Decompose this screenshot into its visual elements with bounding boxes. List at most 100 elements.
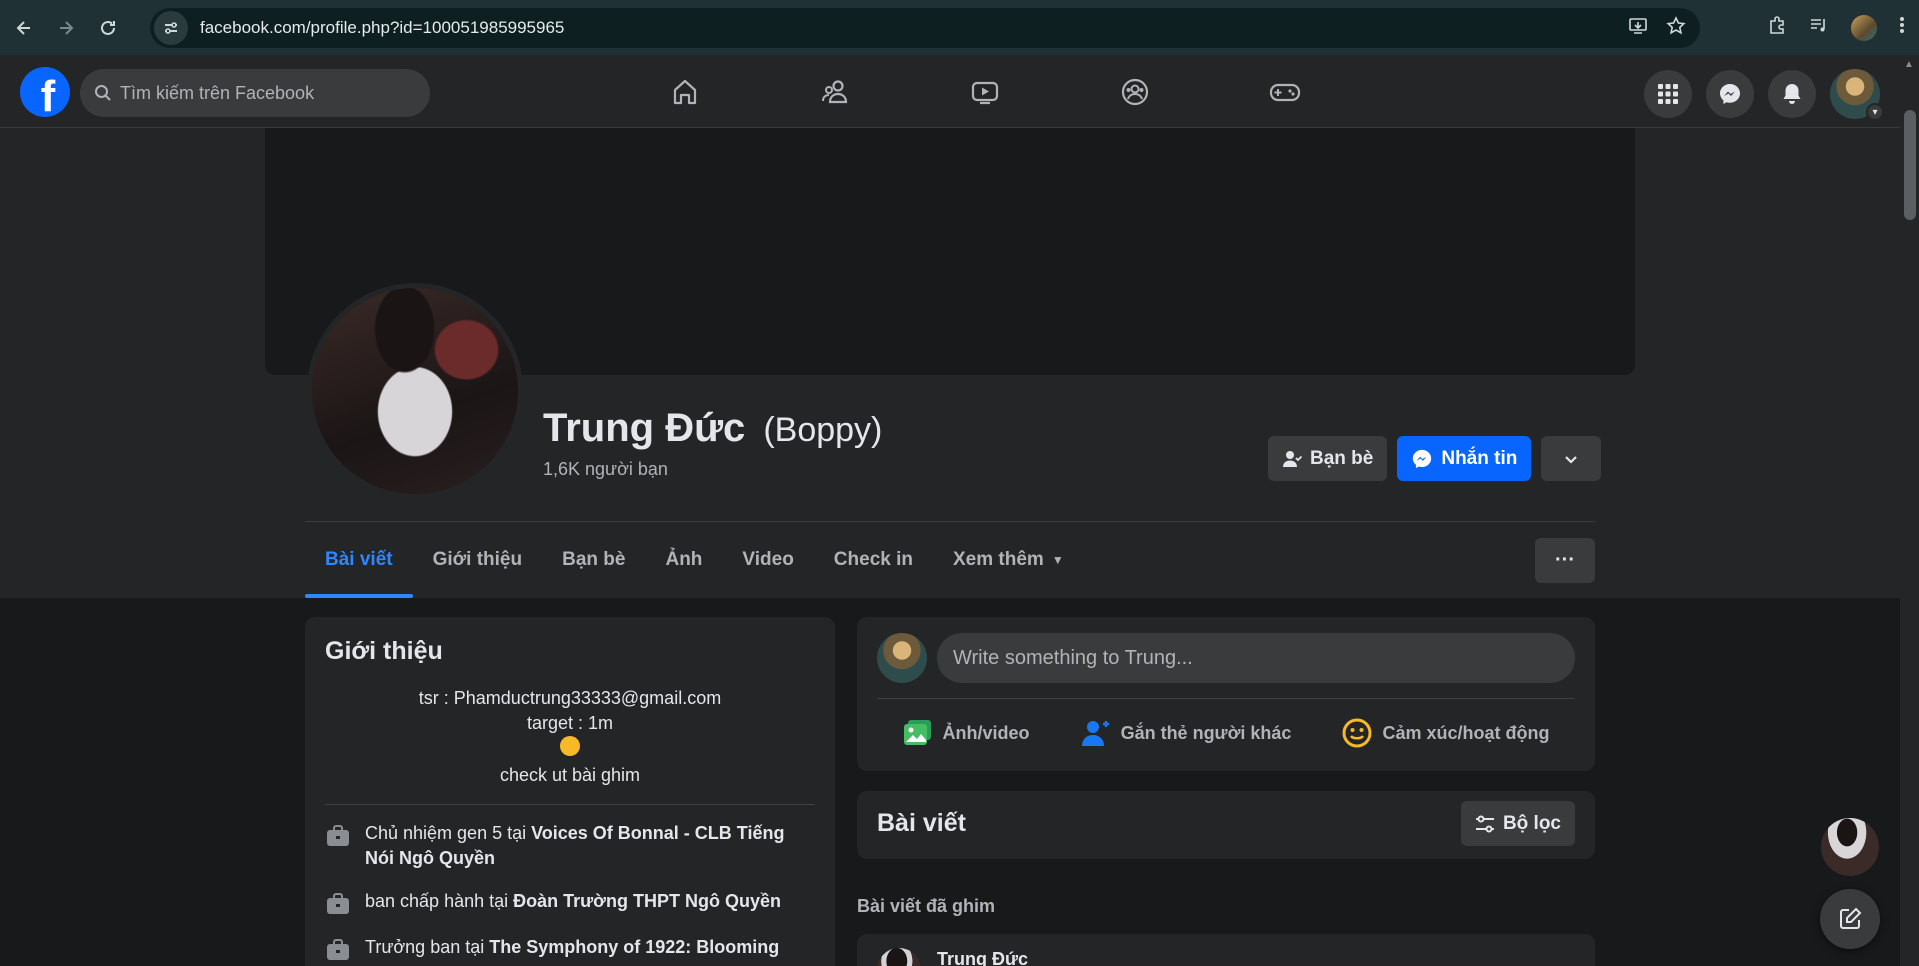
site-info-icon[interactable] (154, 11, 188, 45)
bio-line: check ut bài ghim (499, 765, 641, 785)
tag-people-label: Gắn thẻ người khác (1120, 722, 1292, 743)
post-author-avatar[interactable] (877, 948, 921, 966)
feeling-icon (1342, 718, 1372, 748)
media-control-icon[interactable] (1809, 15, 1829, 40)
tab-photos[interactable]: Ảnh (645, 522, 722, 598)
work-item: ban chấp hành tại Đoàn Trường THPT Ngô Q… (325, 889, 815, 917)
search-icon (94, 84, 112, 102)
pinned-posts-label: Bài viết đã ghim (857, 896, 996, 916)
intro-divider (325, 804, 815, 805)
chevron-down-icon (1563, 451, 1579, 467)
install-app-icon[interactable] (1628, 16, 1648, 41)
extensions-icon[interactable] (1767, 15, 1787, 40)
work-role: ban chấp hành tại (365, 891, 514, 911)
friends-icon[interactable] (760, 55, 910, 128)
home-icon[interactable] (610, 55, 760, 128)
search-input[interactable] (120, 82, 400, 104)
url-text[interactable]: facebook.com/profile.php?id=100051985995… (200, 18, 564, 38)
work-place-link[interactable]: The Symphony of 1922: Blooming (489, 937, 779, 957)
posts-header: Bài viết Bộ lọc (857, 791, 1595, 859)
messenger-icon[interactable] (1706, 70, 1754, 118)
profile-tabs: Bài viết Giới thiệu Bạn bè Ảnh Video Che… (305, 522, 1084, 598)
caret-down-icon: ▼ (1051, 553, 1064, 567)
watch-icon[interactable] (910, 55, 1060, 128)
scrollbar-thumb[interactable] (1904, 110, 1916, 220)
filter-label: Bộ lọc (1502, 812, 1561, 834)
scroll-up-icon[interactable]: ▲ (1904, 59, 1914, 70)
facebook-header: f ▾ (0, 55, 1900, 128)
work-item: Chủ nhiệm gen 5 tại Voices Of Bonnal - C… (325, 821, 815, 871)
tab-more-label: Xem thêm (953, 549, 1044, 570)
work-item: Trưởng ban tại The Symphony of 1922: Blo… (325, 935, 815, 963)
chevron-down-icon[interactable]: ▾ (1866, 103, 1884, 121)
facebook-logo-icon[interactable]: f (20, 67, 70, 117)
more-options-button[interactable]: ··· (1535, 538, 1595, 583)
tag-people-option[interactable]: Gắn thẻ người khác (1081, 719, 1292, 747)
emoji-icon (560, 736, 580, 756)
feeling-label: Cảm xúc/hoạt động (1382, 722, 1550, 743)
filter-button[interactable]: Bộ lọc (1460, 801, 1575, 846)
tab-posts[interactable]: Bài viết (305, 522, 413, 598)
tab-about[interactable]: Giới thiệu (413, 522, 543, 598)
new-message-button[interactable] (1820, 889, 1880, 949)
chat-head-avatar[interactable] (1821, 818, 1879, 876)
browser-toolbar: facebook.com/profile.php?id=100051985995… (0, 0, 1919, 55)
composer-avatar[interactable] (877, 633, 927, 683)
forward-icon[interactable] (48, 10, 84, 46)
page-scrollbar[interactable]: ▲ (1900, 55, 1919, 966)
profile-name-block: Trung Đức (Boppy) 1,6K người bạn (543, 406, 882, 480)
reload-icon[interactable] (90, 10, 126, 46)
gaming-icon[interactable] (1210, 55, 1360, 128)
tab-friends[interactable]: Bạn bè (542, 522, 645, 598)
intro-title: Giới thiệu (325, 637, 443, 665)
friends-button-label: Bạn bè (1310, 447, 1374, 469)
pinned-post-card: Trung Đức (857, 934, 1595, 966)
bookmark-star-icon[interactable] (1666, 15, 1686, 41)
friend-check-icon (1282, 449, 1302, 469)
profile-photo-image (312, 288, 518, 494)
compose-icon (1840, 907, 1862, 929)
post-author-name[interactable]: Trung Đức (937, 949, 1028, 966)
filter-icon (1475, 815, 1494, 832)
photo-icon (903, 720, 931, 745)
browser-profile-avatar[interactable] (1851, 14, 1877, 41)
briefcase-icon (327, 893, 349, 914)
profile-header: Trung Đức (Boppy) 1,6K người bạn Bạn bè N… (0, 128, 1900, 598)
tab-more[interactable]: Xem thêm ▼ (933, 522, 1084, 598)
tab-checkins[interactable]: Check in (814, 522, 933, 598)
photo-video-label: Ảnh/video (942, 722, 1030, 743)
address-bar[interactable]: facebook.com/profile.php?id=100051985995… (150, 8, 1700, 48)
messenger-icon (1411, 448, 1433, 470)
briefcase-icon (327, 939, 349, 960)
intro-card: Giới thiệu tsr : Phamductrung33333@gmail… (305, 617, 835, 966)
tab-videos[interactable]: Video (722, 522, 813, 598)
account-avatar[interactable]: ▾ (1830, 69, 1884, 121)
photo-video-option[interactable]: Ảnh/video (903, 719, 1030, 747)
profile-name: Trung Đức (543, 406, 746, 450)
composer-divider (877, 698, 1575, 699)
menu-grid-icon[interactable] (1644, 70, 1692, 118)
work-place-link[interactable]: Đoàn Trường THPT Ngô Quyền (513, 891, 781, 911)
bio-line: target : 1m (526, 713, 614, 733)
profile-picture[interactable] (307, 283, 523, 499)
work-role: Trưởng ban tại (365, 937, 490, 957)
browser-menu-icon[interactable] (1899, 15, 1905, 40)
briefcase-icon (327, 825, 349, 846)
notifications-icon[interactable] (1768, 70, 1816, 118)
profile-nickname: (Boppy) (763, 411, 883, 449)
friend-count[interactable]: 1,6K người bạn (543, 459, 882, 480)
work-role: Chủ nhiệm gen 5 tại (365, 823, 532, 843)
back-icon[interactable] (6, 10, 42, 46)
message-button-label: Nhắn tin (1441, 447, 1518, 469)
main-navigation (610, 55, 1360, 128)
feeling-option[interactable]: Cảm xúc/hoạt động (1342, 718, 1549, 748)
composer-input[interactable]: Write something to Trung... (937, 633, 1575, 683)
profile-more-dropdown[interactable] (1541, 436, 1602, 481)
friends-button[interactable]: Bạn bè (1268, 436, 1388, 481)
search-box[interactable] (80, 69, 430, 117)
posts-title: Bài viết (877, 809, 966, 837)
message-button[interactable]: Nhắn tin (1397, 436, 1532, 481)
tag-people-icon (1081, 721, 1109, 746)
groups-icon[interactable] (1060, 55, 1210, 128)
bio: tsr : Phamductrung33333@gmail.com target… (325, 686, 815, 788)
